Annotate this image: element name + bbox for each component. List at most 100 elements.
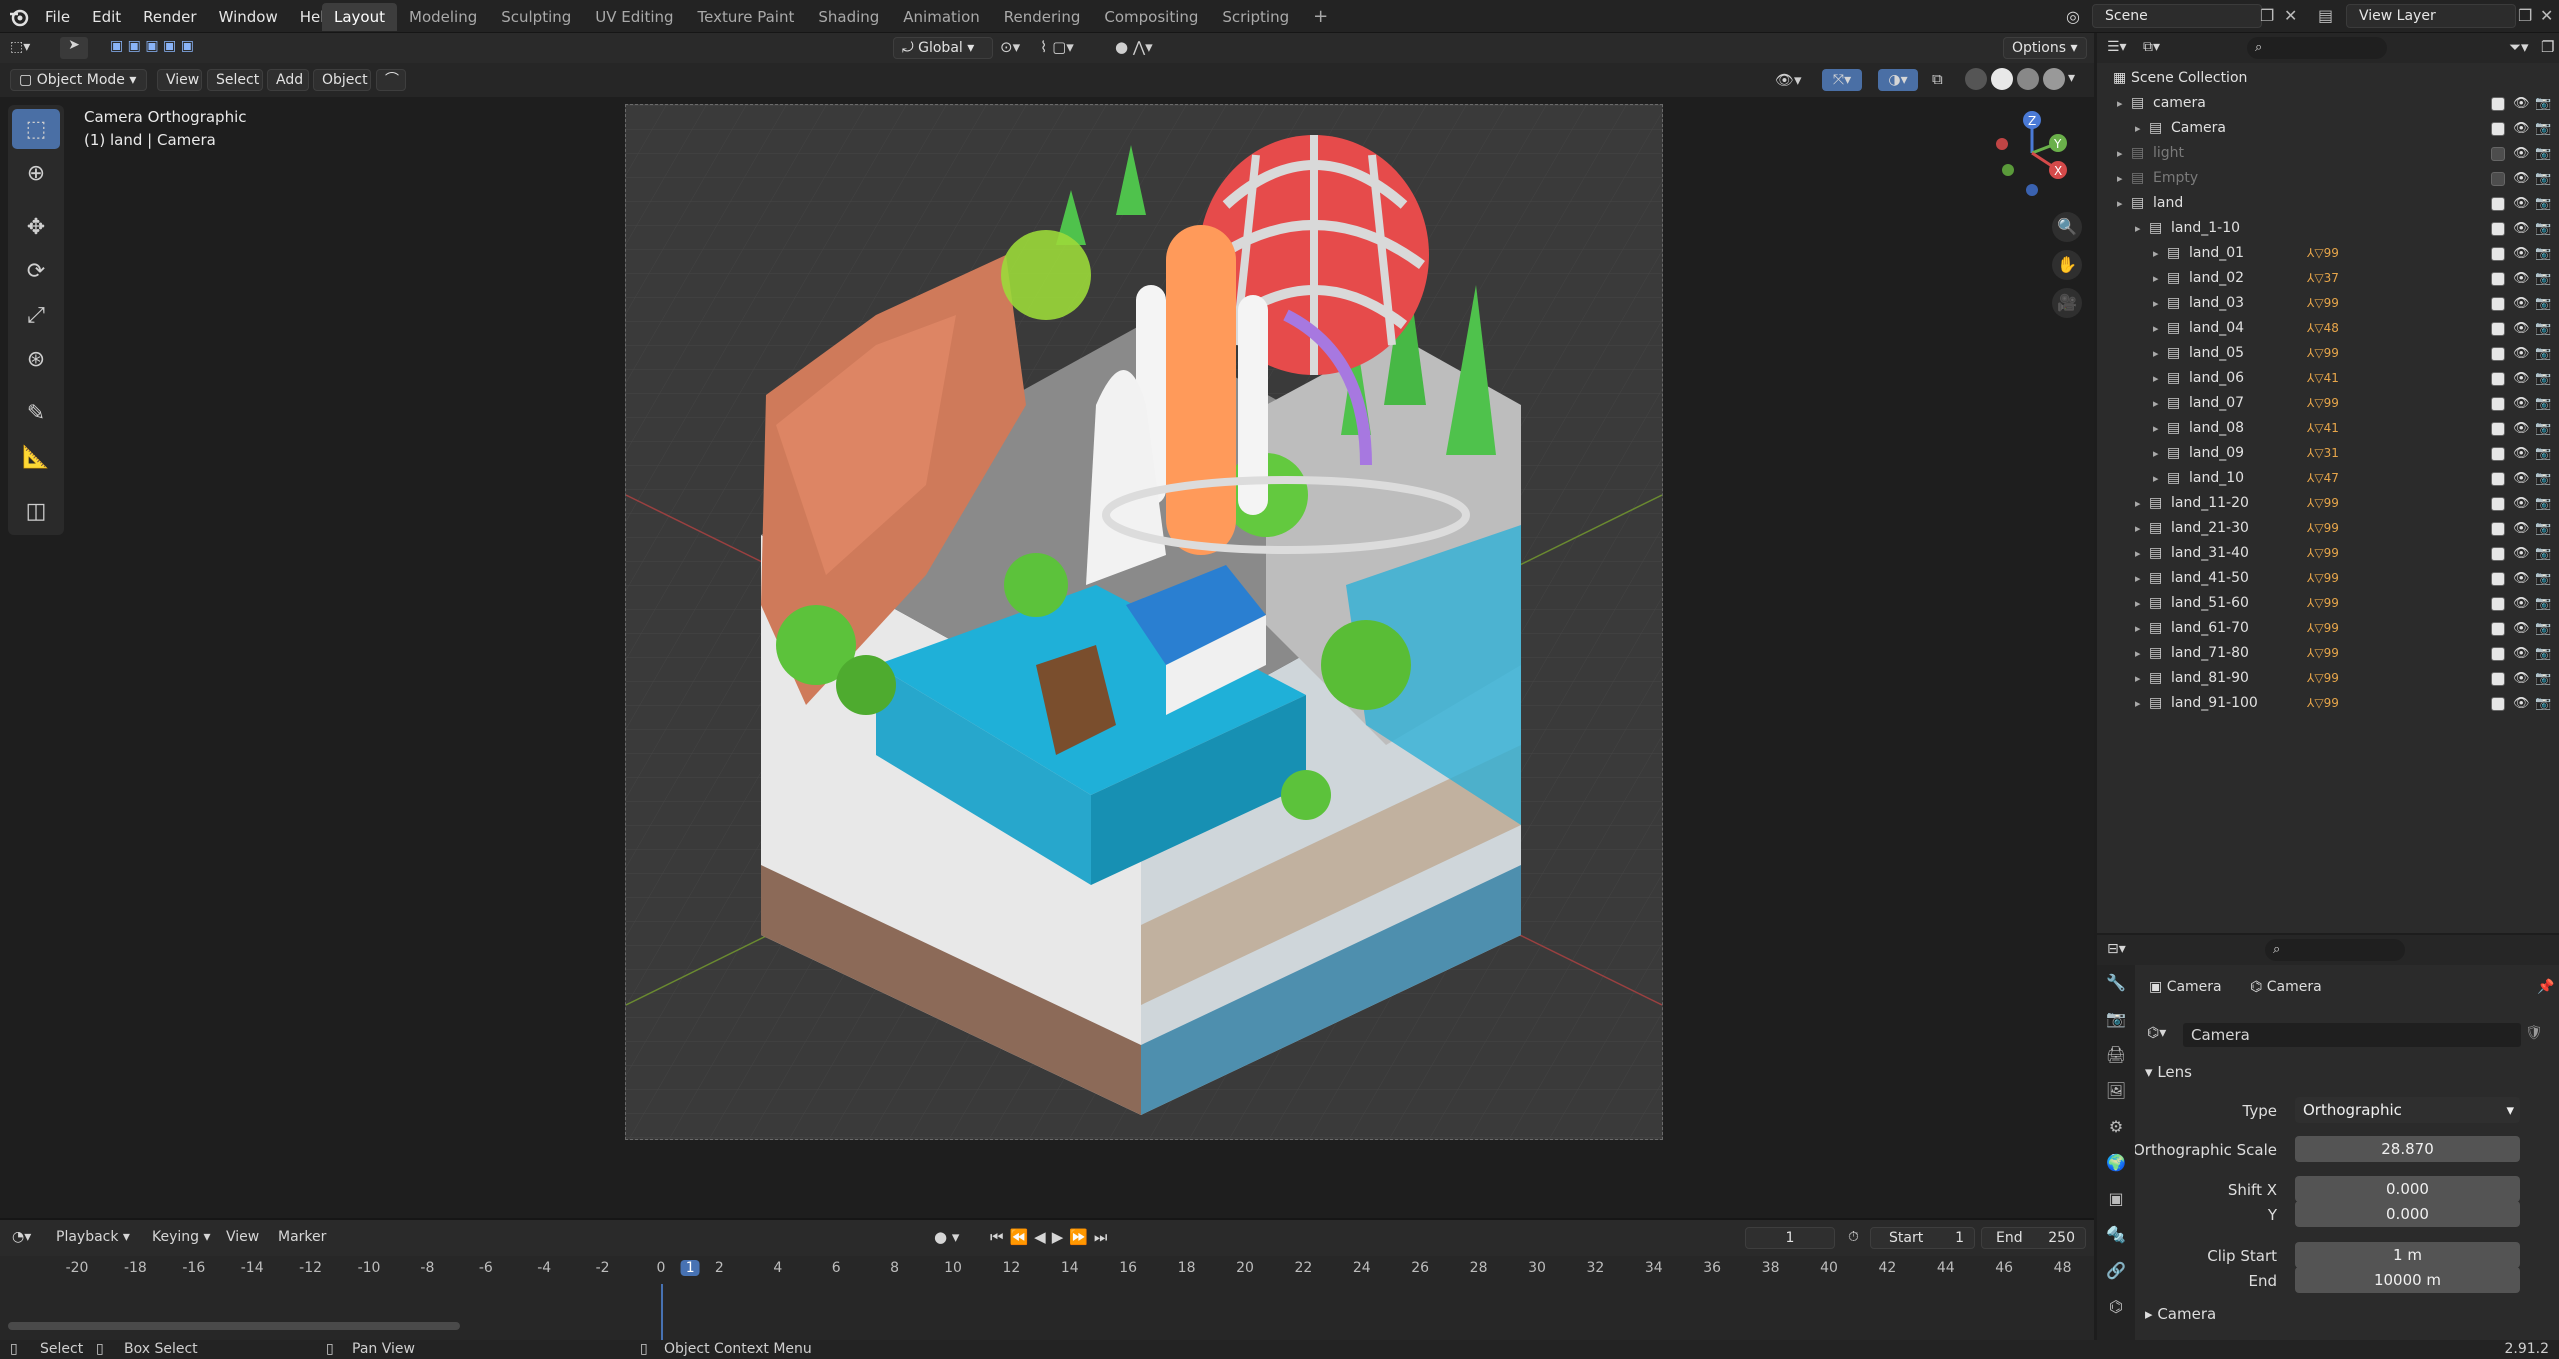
scene-browse-icon[interactable]: ◎: [2066, 7, 2080, 26]
render-camera-icon[interactable]: 📷: [2535, 591, 2551, 616]
clip-end-field[interactable]: 10000 m: [2295, 1267, 2520, 1293]
outliner-row[interactable]: ▸ ▤ Empty 👁 📷: [2097, 166, 2559, 191]
exclude-checkbox[interactable]: [2491, 622, 2505, 636]
visibility-eye-icon[interactable]: 👁: [2513, 441, 2530, 466]
playback-menu[interactable]: Playback ▾: [56, 1229, 130, 1245]
outliner-row[interactable]: ▸ ▤ land 👁 📷: [2097, 191, 2559, 216]
expand-arrow-icon[interactable]: ▸: [2153, 291, 2159, 316]
delete-view-layer-icon[interactable]: ✕: [2540, 6, 2553, 25]
visibility-eye-icon[interactable]: 👁: [2513, 266, 2530, 291]
menu-render[interactable]: Render: [132, 8, 207, 26]
expand-arrow-icon[interactable]: ▸: [2135, 491, 2141, 516]
playback-controls[interactable]: ⏮⏪◀▶⏩⏭: [990, 1228, 1113, 1246]
outliner-search-input[interactable]: ⌕: [2247, 37, 2387, 59]
visibility-eye-icon[interactable]: 👁: [2513, 491, 2530, 516]
visibility-eye-icon[interactable]: 👁: [2513, 516, 2530, 541]
exclude-checkbox[interactable]: [2491, 322, 2505, 336]
outliner-row[interactable]: ▸ ▤ land_41-50 ⅄▽99 👁 📷: [2097, 566, 2559, 591]
add-workspace-icon[interactable]: +: [1301, 3, 1340, 31]
camera-data-tab-icon[interactable]: ⌬: [2097, 1289, 2135, 1325]
expand-arrow-icon[interactable]: ▸: [2117, 141, 2123, 166]
exclude-checkbox[interactable]: [2491, 522, 2505, 536]
rendered-shading-icon[interactable]: [2043, 68, 2065, 90]
exclude-checkbox[interactable]: [2491, 197, 2505, 211]
exclude-checkbox[interactable]: [2491, 697, 2505, 711]
exclude-checkbox[interactable]: [2491, 347, 2505, 361]
pan-hand-icon[interactable]: ✋: [2052, 250, 2082, 280]
outliner-row[interactable]: ▸ ▤ land_21-30 ⅄▽99 👁 📷: [2097, 516, 2559, 541]
tab-texture-paint[interactable]: Texture Paint: [686, 3, 807, 31]
render-camera-icon[interactable]: 📷: [2535, 566, 2551, 591]
outliner-row[interactable]: ▸ ▤ Camera 👁 📷: [2097, 116, 2559, 141]
expand-arrow-icon[interactable]: ▸: [2153, 416, 2159, 441]
use-preview-range-icon[interactable]: ⏱: [1848, 1229, 1859, 1245]
camera-view-icon[interactable]: 🎥: [2052, 288, 2082, 318]
pivot-point-icon[interactable]: ⊙▾: [1000, 38, 1020, 56]
shading-options-icon[interactable]: ▾: [2068, 70, 2075, 86]
datablock-type-icon[interactable]: ⌬▾: [2147, 1025, 2166, 1041]
outliner-row[interactable]: ▸ ▤ land_03 ⅄▽99 👁 📷: [2097, 291, 2559, 316]
render-camera-icon[interactable]: 📷: [2535, 616, 2551, 641]
gpencil-icon[interactable]: ⌒: [376, 69, 406, 91]
render-camera-icon[interactable]: 📷: [2535, 166, 2551, 191]
visibility-eye-icon[interactable]: 👁: [2513, 291, 2530, 316]
visibility-eye-icon[interactable]: 👁: [2513, 466, 2530, 491]
exclude-checkbox[interactable]: [2491, 297, 2505, 311]
modifiers-tab-icon[interactable]: 🔩: [2097, 1217, 2135, 1253]
object-menu[interactable]: Object: [313, 69, 371, 91]
expand-arrow-icon[interactable]: ▸: [2135, 566, 2141, 591]
render-camera-icon[interactable]: 📷: [2535, 116, 2551, 141]
exclude-checkbox[interactable]: [2491, 97, 2505, 111]
visibility-eye-icon[interactable]: 👁: [2513, 241, 2530, 266]
xray-toggle-icon[interactable]: ⧉: [1932, 70, 1943, 88]
tab-rendering[interactable]: Rendering: [992, 3, 1093, 31]
add-menu[interactable]: Add: [267, 69, 309, 91]
material-shading-icon[interactable]: [2017, 68, 2039, 90]
scale-tool-icon[interactable]: ⤢: [12, 295, 60, 335]
output-tab-icon[interactable]: 🖨: [2097, 1037, 2135, 1073]
outliner-editor-type-icon[interactable]: ☰▾: [2107, 39, 2127, 55]
select-box-tool-icon[interactable]: ⬚: [12, 109, 60, 149]
expand-arrow-icon[interactable]: ▸: [2135, 616, 2141, 641]
expand-arrow-icon[interactable]: ▸: [2135, 591, 2141, 616]
tab-compositing[interactable]: Compositing: [1092, 3, 1210, 31]
start-frame-field[interactable]: Start 1: [1870, 1227, 1975, 1249]
pin-icon[interactable]: 📌: [2537, 979, 2554, 995]
visibility-filter-icon[interactable]: 👁▾: [1775, 71, 1802, 89]
navigation-gizmo[interactable]: Z Y X: [1990, 108, 2080, 198]
render-camera-icon[interactable]: 📷: [2535, 366, 2551, 391]
visibility-eye-icon[interactable]: 👁: [2513, 166, 2530, 191]
expand-arrow-icon[interactable]: ▸: [2153, 466, 2159, 491]
fake-user-icon[interactable]: 🛡: [2525, 1025, 2543, 1041]
timeline-scrollbar[interactable]: [8, 1322, 460, 1330]
timeline-view-menu[interactable]: View: [226, 1229, 259, 1245]
visibility-eye-icon[interactable]: 👁: [2513, 566, 2530, 591]
exclude-checkbox[interactable]: [2491, 397, 2505, 411]
proportional-edit-icon[interactable]: ● ⋀▾: [1115, 38, 1153, 56]
expand-arrow-icon[interactable]: ▸: [2117, 191, 2123, 216]
render-camera-icon[interactable]: 📷: [2535, 266, 2551, 291]
expand-arrow-icon[interactable]: ▸: [2153, 341, 2159, 366]
exclude-checkbox[interactable]: [2491, 572, 2505, 586]
rotate-tool-icon[interactable]: ⟳: [12, 251, 60, 291]
render-camera-icon[interactable]: 📷: [2535, 441, 2551, 466]
expand-arrow-icon[interactable]: ▸: [2135, 216, 2141, 241]
expand-arrow-icon[interactable]: ▸: [2135, 666, 2141, 691]
exclude-checkbox[interactable]: [2491, 222, 2505, 236]
measure-tool-icon[interactable]: 📐: [12, 437, 60, 477]
render-camera-icon[interactable]: 📷: [2535, 191, 2551, 216]
cursor-tool-icon[interactable]: ➤: [60, 37, 88, 59]
visibility-eye-icon[interactable]: 👁: [2513, 116, 2530, 141]
expand-arrow-icon[interactable]: ▸: [2153, 391, 2159, 416]
menu-file[interactable]: File: [34, 8, 81, 26]
visibility-eye-icon[interactable]: 👁: [2513, 591, 2530, 616]
gizmo-toggle-icon[interactable]: ⤧▾: [1822, 69, 1862, 91]
render-camera-icon[interactable]: 📷: [2535, 291, 2551, 316]
tab-shading[interactable]: Shading: [806, 3, 891, 31]
annotate-tool-icon[interactable]: ✎: [12, 393, 60, 433]
select-menu[interactable]: Select: [207, 69, 263, 91]
shift-y-field[interactable]: 0.000: [2295, 1201, 2520, 1227]
render-camera-icon[interactable]: 📷: [2535, 416, 2551, 441]
wireframe-shading-icon[interactable]: [1965, 68, 1987, 90]
exclude-checkbox[interactable]: [2491, 147, 2505, 161]
